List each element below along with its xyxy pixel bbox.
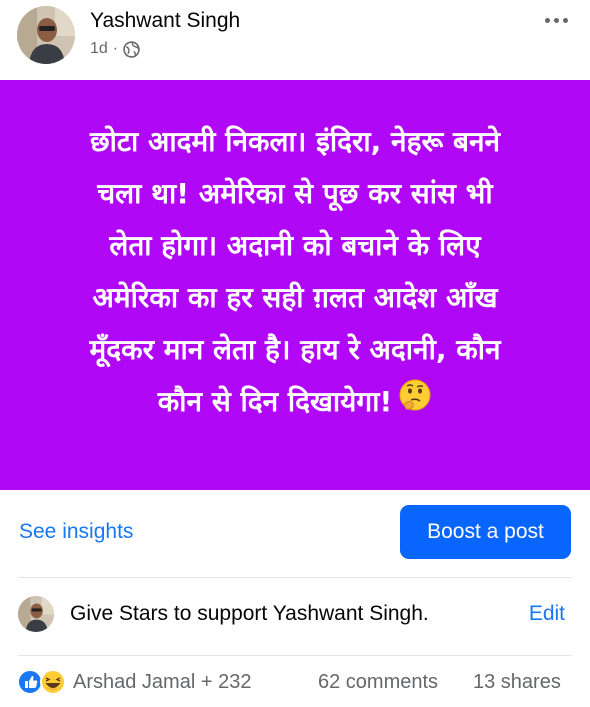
haha-icon bbox=[40, 669, 66, 695]
post-time[interactable]: 1d bbox=[90, 40, 108, 58]
reaction-icons[interactable] bbox=[17, 669, 69, 695]
author-avatar[interactable] bbox=[17, 6, 75, 64]
post-line: छोटा आदमी निकला। इंदिरा, नेहरू बनने bbox=[89, 124, 501, 158]
post-meta: 1d · bbox=[90, 40, 140, 58]
post-header: Yashwant Singh 1d · bbox=[0, 0, 590, 80]
see-insights-link[interactable]: See insights bbox=[19, 520, 133, 544]
post-line: कौन से दिन दिखायेगा! bbox=[157, 384, 393, 418]
author-name[interactable]: Yashwant Singh bbox=[90, 9, 240, 33]
post-text: छोटा आदमी निकला। इंदिरा, नेहरू बनने चला … bbox=[45, 116, 545, 429]
post-line: चला था! अमेरिका से पूछ कर सांस भी bbox=[97, 176, 493, 210]
shares-count[interactable]: 13 shares bbox=[473, 671, 561, 694]
thinking-face-icon bbox=[398, 377, 432, 429]
meta-separator: · bbox=[112, 40, 119, 57]
edit-stars-link[interactable]: Edit bbox=[529, 602, 565, 626]
reactions-summary[interactable]: Arshad Jamal + 232 bbox=[73, 671, 251, 694]
post-line: अमेरिका का हर सही ग़लत आदेश आँख bbox=[92, 280, 498, 314]
more-horizontal-icon[interactable] bbox=[540, 10, 572, 30]
post-line-last: कौन से दिन दिखायेगा! bbox=[45, 376, 545, 429]
post-actions: See insights Boost a post bbox=[0, 490, 590, 576]
avatar-photo bbox=[17, 6, 75, 64]
post-body: छोटा आदमी निकला। इंदिरा, नेहरू बनने चला … bbox=[0, 80, 590, 490]
globe-icon bbox=[123, 40, 140, 58]
stars-row: Give Stars to support Yashwant Singh. Ed… bbox=[0, 578, 590, 655]
post-line: मूँदकर मान लेता है। हाय रे अदानी, कौन bbox=[89, 332, 501, 366]
stars-prompt: Give Stars to support Yashwant Singh. bbox=[70, 602, 429, 625]
boost-post-button[interactable]: Boost a post bbox=[400, 505, 571, 559]
post-line: लेता होगा। अदानी को बचाने के लिए bbox=[109, 228, 481, 262]
engagement-bar: Arshad Jamal + 232 62 comments 13 shares bbox=[0, 656, 590, 707]
author-avatar-small bbox=[18, 596, 54, 632]
avatar-photo bbox=[18, 596, 54, 632]
comments-count[interactable]: 62 comments bbox=[318, 671, 438, 694]
like-icon bbox=[17, 669, 43, 695]
